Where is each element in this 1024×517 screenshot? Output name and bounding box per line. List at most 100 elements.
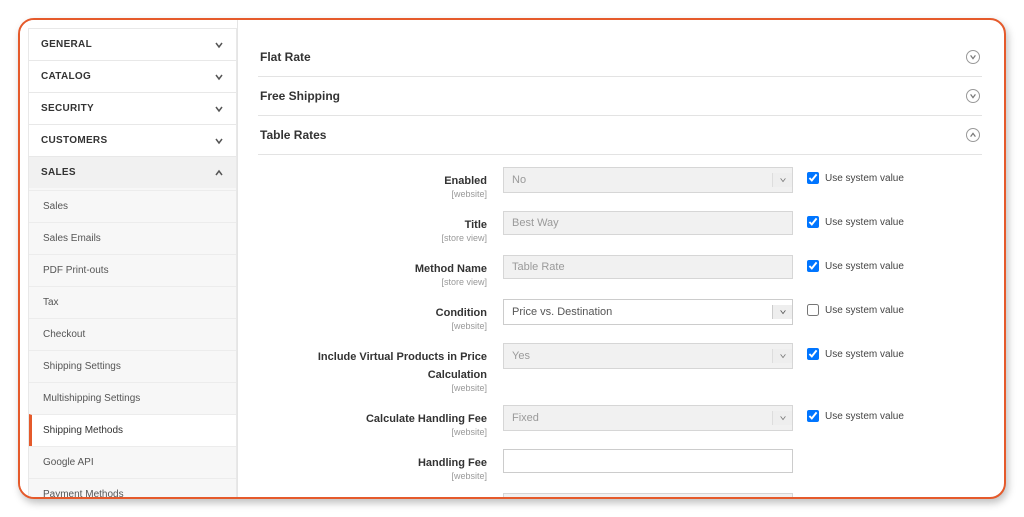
checkbox[interactable] [807,172,819,184]
sidebar-item-label: Payment Methods [43,489,124,497]
expand-icon[interactable] [966,89,980,103]
row-calc-handling: Calculate Handling Fee [website] Fixed U… [258,405,982,437]
sidebar-item-tax[interactable]: Tax [29,286,236,318]
sidebar-label: CATALOG [41,71,91,82]
select-value: Price vs. Destination [512,306,612,318]
sidebar-tab-sales[interactable]: SALES [29,157,236,188]
use-system-include-virtual[interactable]: Use system value [793,343,904,360]
chevron-down-icon [214,72,224,82]
row-method-name: Method Name [store view] Use system valu… [258,255,982,287]
sidebar-tab-security[interactable]: SECURITY [29,93,236,124]
sidebar-item-multishipping-settings[interactable]: Multishipping Settings [29,382,236,414]
select-condition[interactable]: Price vs. Destination [503,299,793,325]
select-value: Yes [512,350,530,362]
field-method-name [503,255,793,279]
row-enabled: Enabled [website] No Use system value [258,167,982,199]
select-value: Fixed [512,412,539,424]
label-include-virtual: Include Virtual Products in Price Calcul… [258,343,503,393]
checkbox[interactable] [807,216,819,228]
sidebar-item-label: Sales Emails [43,233,101,244]
chevron-down-icon [214,40,224,50]
section-free-shipping[interactable]: Free Shipping [258,77,982,116]
chevron-up-icon [214,168,224,178]
select-calc-handling[interactable]: Fixed [503,405,793,431]
field-scope: [store view] [258,233,487,243]
row-condition: Condition [website] Price vs. Destinatio… [258,299,982,331]
sidebar-item-sales-emails[interactable]: Sales Emails [29,222,236,254]
use-system-calc-handling[interactable]: Use system value [793,405,904,422]
field-calc-handling: Fixed [503,405,793,431]
row-include-virtual: Include Virtual Products in Price Calcul… [258,343,982,393]
sidebar-label: GENERAL [41,39,92,50]
sidebar-item-label: Google API [43,457,94,468]
input-handling-fee[interactable] [503,449,793,473]
section-title: Flat Rate [260,50,311,64]
field-scope: [store view] [258,277,487,287]
checkbox-label: Use system value [825,217,904,228]
use-system-condition[interactable]: Use system value [793,299,904,316]
dropdown-arrow-icon [772,305,792,319]
section-flat-rate[interactable]: Flat Rate [258,38,982,77]
use-system-method-name[interactable]: Use system value [793,255,904,272]
select-value: No [512,174,526,186]
sidebar-item-google-api[interactable]: Google API [29,446,236,478]
sidebar-item-label: Tax [43,297,59,308]
sidebar-item-sales[interactable]: Sales [29,190,236,222]
field-enabled: No [503,167,793,193]
checkbox-label: Use system value [825,173,904,184]
checkbox[interactable] [807,410,819,422]
label-handling-fee: Handling Fee [website] [258,449,503,481]
field-condition: Price vs. Destination [503,299,793,325]
sidebar-group-security: SECURITY [28,92,237,125]
sidebar-tab-catalog[interactable]: CATALOG [29,61,236,92]
sidebar-item-label: Multishipping Settings [43,393,140,404]
sidebar-tab-customers[interactable]: CUSTOMERS [29,125,236,156]
sidebar-item-payment-methods[interactable]: Payment Methods [29,478,236,497]
checkbox[interactable] [807,348,819,360]
input-title[interactable] [503,211,793,235]
field-label: Handling Fee [418,457,487,469]
label-error-message: Displayed Error Message [store view] [258,493,503,497]
config-frame: GENERAL CATALOG SECURITY CUSTOMERS S [18,18,1006,499]
checkbox-label: Use system value [825,261,904,272]
sidebar-label: CUSTOMERS [41,135,107,146]
field-label: Condition [436,307,487,319]
label-enabled: Enabled [website] [258,167,503,199]
table-rates-form: Enabled [website] No Use system value [258,155,982,497]
select-include-virtual[interactable]: Yes [503,343,793,369]
use-system-title[interactable]: Use system value [793,211,904,228]
sidebar-label: SECURITY [41,103,94,114]
sidebar-tab-general[interactable]: GENERAL [29,29,236,60]
sidebar-group-sales: SALES Sales Sales Emails PDF Print-outs … [28,156,237,497]
sidebar-item-shipping-settings[interactable]: Shipping Settings [29,350,236,382]
field-handling-fee [503,449,793,473]
expand-icon[interactable] [966,50,980,64]
field-scope: [website] [258,471,487,481]
checkbox[interactable] [807,304,819,316]
field-label: Include Virtual Products in Price Calcul… [318,351,487,381]
input-method-name[interactable] [503,255,793,279]
section-table-rates[interactable]: Table Rates [258,116,982,155]
row-error-message: Displayed Error Message [store view] Thi… [258,493,982,497]
field-label: Enabled [444,175,487,187]
textarea-error-message[interactable]: This shipping method is not available. T… [503,493,793,497]
sidebar-item-shipping-methods[interactable]: Shipping Methods [29,414,236,446]
row-title: Title [store view] Use system value [258,211,982,243]
section-title: Table Rates [260,128,326,142]
checkbox[interactable] [807,260,819,272]
sidebar-item-checkout[interactable]: Checkout [29,318,236,350]
field-scope: [website] [258,321,487,331]
sidebar: GENERAL CATALOG SECURITY CUSTOMERS S [20,20,238,497]
sidebar-item-label: Sales [43,201,68,212]
checkbox-label: Use system value [825,349,904,360]
checkbox-label: Use system value [825,305,904,316]
label-calc-handling: Calculate Handling Fee [website] [258,405,503,437]
main-panel: Flat Rate Free Shipping Table Rates Enab… [238,20,1004,497]
use-system-enabled[interactable]: Use system value [793,167,904,184]
field-scope: [website] [258,189,487,199]
collapse-icon[interactable] [966,128,980,142]
select-enabled[interactable]: No [503,167,793,193]
sidebar-item-pdf-printouts[interactable]: PDF Print-outs [29,254,236,286]
field-title [503,211,793,235]
use-system-error-message[interactable]: Use system value [793,493,904,497]
